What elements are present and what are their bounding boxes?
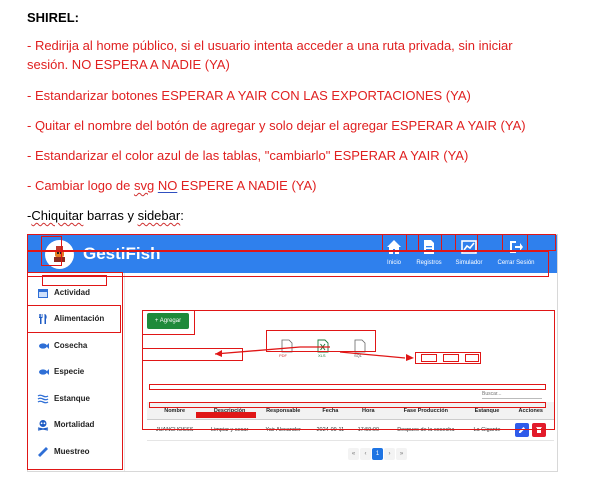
annotation-arrow-head [215,350,222,357]
annotation-arrow-line [339,351,406,359]
annotation-arrow-line [214,346,301,355]
annotation-arrow-head [406,354,414,361]
annotation-arrows [214,346,414,361]
